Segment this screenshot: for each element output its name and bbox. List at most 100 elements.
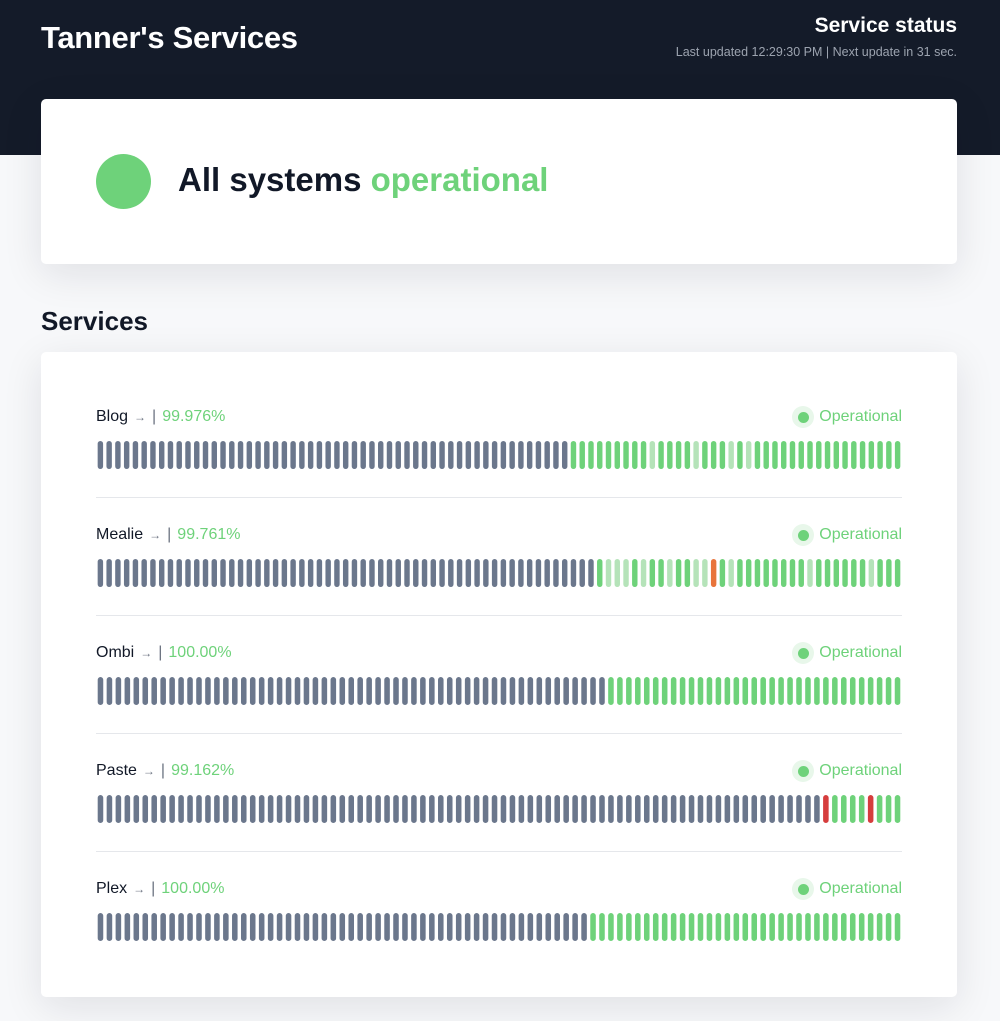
history-bar-no-data[interactable] (679, 795, 686, 823)
history-bar-degraded[interactable] (623, 559, 629, 587)
history-bar-operational[interactable] (737, 441, 743, 469)
history-bar-no-data[interactable] (652, 795, 659, 823)
history-bar-no-data[interactable] (518, 795, 525, 823)
history-bar-no-data[interactable] (375, 795, 381, 823)
history-bar-no-data[interactable] (133, 913, 140, 941)
history-bar-operational[interactable] (894, 913, 901, 941)
history-bar-no-data[interactable] (205, 795, 211, 823)
history-bar-operational[interactable] (632, 559, 638, 587)
history-bar-no-data[interactable] (617, 795, 623, 823)
history-bar-no-data[interactable] (545, 913, 552, 941)
history-bar-operational[interactable] (697, 913, 704, 941)
history-bar-no-data[interactable] (545, 677, 552, 705)
history-bar-no-data[interactable] (518, 441, 524, 469)
history-bar-operational[interactable] (858, 913, 865, 941)
history-bar-no-data[interactable] (187, 913, 193, 941)
history-bar-no-data[interactable] (545, 795, 552, 823)
history-bar-operational[interactable] (842, 559, 848, 587)
history-bar-no-data[interactable] (411, 677, 417, 705)
history-bar-operational[interactable] (833, 441, 840, 469)
history-bar-operational[interactable] (789, 559, 796, 587)
history-bar-no-data[interactable] (267, 913, 274, 941)
history-bar-no-data[interactable] (214, 795, 220, 823)
history-bar-no-data[interactable] (465, 441, 472, 469)
history-bar-operational[interactable] (885, 913, 892, 941)
history-bar-no-data[interactable] (402, 913, 408, 941)
history-bar-no-data[interactable] (194, 559, 200, 587)
history-bar-no-data[interactable] (348, 795, 355, 823)
history-bar-no-data[interactable] (421, 441, 428, 469)
history-bar-no-data[interactable] (413, 559, 419, 587)
history-bar-no-data[interactable] (411, 913, 417, 941)
history-bar-no-data[interactable] (267, 795, 274, 823)
history-bar-operational[interactable] (643, 913, 650, 941)
history-bar-operational[interactable] (597, 441, 603, 469)
history-bar-no-data[interactable] (258, 677, 265, 705)
history-bar-no-data[interactable] (483, 441, 489, 469)
history-bar-no-data[interactable] (334, 559, 340, 587)
history-bar-no-data[interactable] (150, 559, 156, 587)
history-bar-operational[interactable] (737, 559, 743, 587)
history-bar-operational[interactable] (789, 441, 796, 469)
history-bar-no-data[interactable] (357, 677, 363, 705)
history-bar-operational[interactable] (832, 795, 838, 823)
history-bar-no-data[interactable] (321, 677, 328, 705)
history-bar-no-data[interactable] (464, 795, 471, 823)
history-bar-no-data[interactable] (384, 795, 390, 823)
history-bar-operational[interactable] (787, 913, 793, 941)
history-bar-no-data[interactable] (214, 913, 220, 941)
history-bar-no-data[interactable] (232, 677, 238, 705)
history-bar-no-data[interactable] (439, 559, 445, 587)
history-bar-no-data[interactable] (697, 795, 704, 823)
history-bar-no-data[interactable] (176, 441, 182, 469)
history-bar-operational[interactable] (894, 441, 901, 469)
history-bar-no-data[interactable] (670, 795, 677, 823)
history-bar-no-data[interactable] (518, 913, 525, 941)
history-bar-operational[interactable] (772, 441, 778, 469)
history-bar-operational[interactable] (579, 441, 585, 469)
history-bar-no-data[interactable] (482, 913, 489, 941)
history-bar-no-data[interactable] (151, 913, 157, 941)
history-bar-no-data[interactable] (491, 913, 498, 941)
history-bar-no-data[interactable] (535, 441, 542, 469)
history-bar-operational[interactable] (670, 677, 677, 705)
history-bar-no-data[interactable] (439, 441, 445, 469)
history-bar-no-data[interactable] (264, 441, 270, 469)
history-bar-no-data[interactable] (661, 795, 668, 823)
history-bar-no-data[interactable] (176, 559, 182, 587)
history-bar-no-data[interactable] (312, 795, 319, 823)
history-bar-no-data[interactable] (536, 677, 543, 705)
history-bar-no-data[interactable] (158, 441, 165, 469)
history-bar-no-data[interactable] (325, 441, 331, 469)
history-bar-no-data[interactable] (142, 913, 149, 941)
history-bar-no-data[interactable] (339, 913, 346, 941)
history-bar-no-data[interactable] (357, 913, 363, 941)
history-bar-no-data[interactable] (393, 677, 399, 705)
history-bar-operational[interactable] (652, 677, 659, 705)
history-bar-no-data[interactable] (132, 441, 139, 469)
history-bar-degraded[interactable] (649, 441, 656, 469)
history-bar-no-data[interactable] (249, 795, 256, 823)
history-bar-no-data[interactable] (255, 559, 261, 587)
history-bar-degraded[interactable] (693, 441, 699, 469)
history-bar-no-data[interactable] (366, 677, 372, 705)
history-bar-no-data[interactable] (769, 795, 775, 823)
history-bar-no-data[interactable] (255, 441, 261, 469)
history-bar-operational[interactable] (787, 677, 793, 705)
history-bar-degraded[interactable] (745, 441, 752, 469)
history-bar-no-data[interactable] (187, 677, 193, 705)
history-bar-operational[interactable] (675, 559, 682, 587)
history-bar-operational[interactable] (769, 913, 775, 941)
history-bar-operational[interactable] (614, 441, 620, 469)
history-bar-no-data[interactable] (123, 559, 130, 587)
history-bar-no-data[interactable] (491, 677, 498, 705)
history-bar-degraded[interactable] (605, 559, 612, 587)
history-bar-no-data[interactable] (590, 795, 596, 823)
history-bar-no-data[interactable] (386, 559, 393, 587)
history-bar-no-data[interactable] (276, 677, 283, 705)
history-bar-no-data[interactable] (404, 559, 410, 587)
history-bar-no-data[interactable] (509, 795, 516, 823)
history-bar-no-data[interactable] (509, 913, 516, 941)
history-bar-operational[interactable] (841, 677, 847, 705)
history-bar-no-data[interactable] (563, 795, 569, 823)
